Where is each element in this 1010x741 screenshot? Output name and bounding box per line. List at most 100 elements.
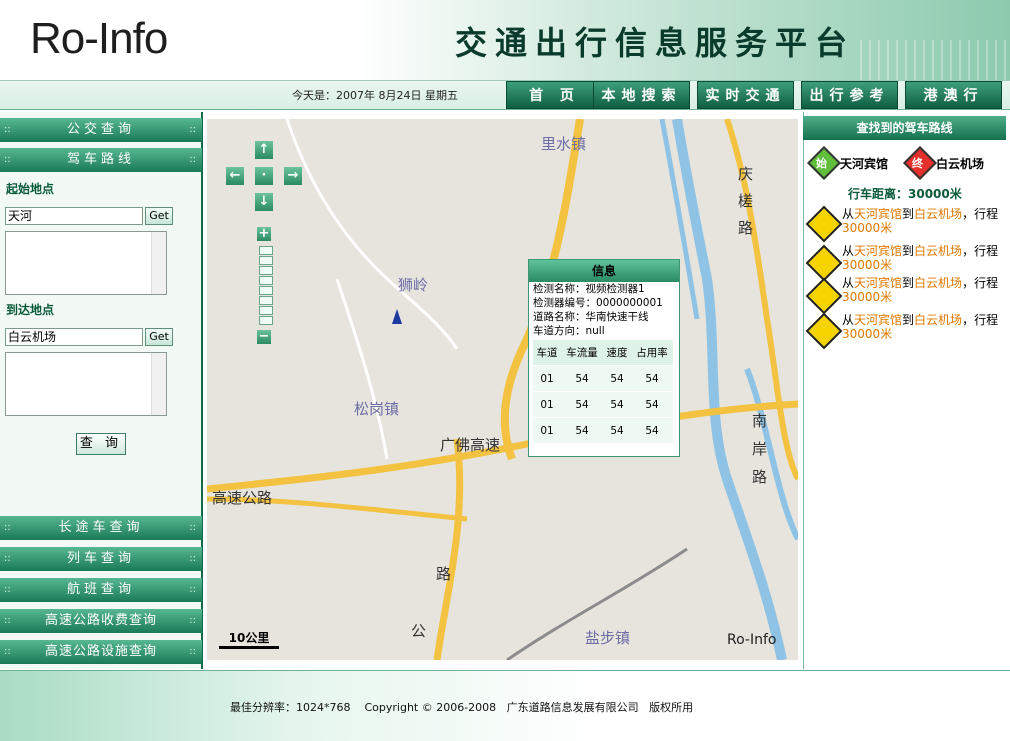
start-results-box[interactable] <box>5 231 167 295</box>
menu-flight-query[interactable]: :: 航班查询:: <box>0 578 202 602</box>
dots-icon: :: <box>189 584 196 595</box>
route-mid: ，行程 <box>962 313 999 327</box>
route-step[interactable]: 从天河宾馆到白云机场，行程 30000米 <box>842 313 1002 341</box>
site-title: 交通出行信息服务平台 <box>455 24 856 62</box>
end-get-button[interactable]: Get <box>145 328 173 346</box>
table-cell: 54 <box>561 391 603 418</box>
table-cell: 54 <box>561 365 603 392</box>
zoom-out-icon[interactable]: − <box>257 330 271 344</box>
route-distance: 行车距离：30000米 <box>848 187 962 201</box>
menu-label: 驾车路线 <box>66 152 135 167</box>
map-label: 南 <box>752 412 768 430</box>
menu-label: 长途车查询 <box>58 520 144 535</box>
pan-center-icon[interactable]: · <box>255 167 273 185</box>
pan-left-icon[interactable]: ← <box>226 167 244 185</box>
route-results-header: 查找到的驾车路线 <box>803 116 1006 140</box>
map-label: 广佛高速 <box>440 436 501 454</box>
zoom-step[interactable] <box>259 246 273 255</box>
query-button[interactable]: 查 询 <box>76 433 126 455</box>
start-label: 起始地点 <box>6 182 55 196</box>
menu-label: 公交查询 <box>66 122 135 137</box>
route-destination[interactable]: 白云机场 <box>914 313 962 327</box>
zoom-in-icon[interactable]: + <box>257 227 271 241</box>
zoom-step[interactable] <box>259 286 273 295</box>
dots-icon: :: <box>4 615 11 626</box>
start-input[interactable]: 天河 <box>5 207 143 225</box>
start-place[interactable]: 天河宾馆 <box>840 155 888 172</box>
menu-toll-query[interactable]: :: 高速公路收费查询:: <box>0 609 202 633</box>
menu-coach-query[interactable]: :: 长途车查询:: <box>0 516 202 540</box>
traffic-table: 车道 车流量 速度 占用率 01 54 54 54 01 54 54 54 01… <box>533 340 673 443</box>
end-input[interactable]: 白云机场 <box>5 328 143 346</box>
pan-down-icon[interactable]: ↓ <box>255 193 273 211</box>
tab-travel-reference[interactable]: 出行参考 <box>801 81 898 109</box>
menu-driving-route[interactable]: :: 驾车路线:: <box>0 148 202 172</box>
menu-facility-query[interactable]: :: 高速公路设施查询:: <box>0 640 202 664</box>
dots-icon: :: <box>4 522 11 533</box>
route-mid: ，行程 <box>962 207 999 221</box>
tab-local-search[interactable]: 本地搜索 <box>593 81 690 109</box>
column-header: 车流量 <box>561 340 603 366</box>
route-step[interactable]: 从天河宾馆到白云机场，行程 30000米 <box>842 276 1002 304</box>
table-row: 01 54 54 54 <box>533 391 673 418</box>
tab-realtime-traffic[interactable]: 实时交通 <box>697 81 794 109</box>
menu-bus-query[interactable]: :: 公交查询:: <box>0 118 202 142</box>
end-place[interactable]: 白云机场 <box>936 155 984 172</box>
table-cell: 54 <box>631 365 673 392</box>
copyright-text: 最佳分辨率：1024*768 Copyright © 2006-2008 广东道… <box>230 701 694 714</box>
zoom-step[interactable] <box>259 266 273 275</box>
route-mid: ，行程 <box>962 244 999 258</box>
map-scale-bar: 10公里 <box>219 629 279 649</box>
map-logo: Ro-Info <box>727 632 777 648</box>
current-date: 今天是：2007年 8月24日 星期五 <box>292 89 458 102</box>
route-destination[interactable]: 白云机场 <box>914 276 962 290</box>
info-line: 检测名称：视频检测器1 <box>533 283 645 295</box>
pan-up-icon[interactable]: ↑ <box>255 141 273 159</box>
info-line: 车道方向：null <box>533 325 605 337</box>
route-distance-value: 30000米 <box>842 290 893 304</box>
skyline-decoration <box>860 40 1010 80</box>
dots-icon: :: <box>189 124 196 135</box>
table-row: 01 54 54 54 <box>533 417 673 443</box>
route-origin[interactable]: 天河宾馆 <box>854 244 902 258</box>
menu-label: 高速公路收费查询 <box>44 613 157 628</box>
table-cell: 54 <box>603 365 631 392</box>
map-view[interactable] <box>207 119 798 660</box>
scrollbar[interactable] <box>151 353 166 415</box>
route-from: 从 <box>842 313 855 327</box>
column-header: 占用率 <box>631 340 673 366</box>
dots-icon: :: <box>4 553 11 564</box>
map-graphics <box>207 119 798 660</box>
table-cell: 54 <box>603 417 631 443</box>
route-destination[interactable]: 白云机场 <box>914 207 962 221</box>
route-origin[interactable]: 天河宾馆 <box>854 276 902 290</box>
route-to: 到 <box>902 313 915 327</box>
site-logo[interactable]: Ro-Info <box>30 14 168 64</box>
pan-right-icon[interactable]: → <box>284 167 302 185</box>
table-cell: 54 <box>603 391 631 418</box>
route-step[interactable]: 从天河宾馆到白云机场，行程 30000米 <box>842 244 1002 272</box>
zoom-step[interactable] <box>259 306 273 315</box>
end-badge: 终 <box>912 157 923 170</box>
route-destination[interactable]: 白云机场 <box>914 244 962 258</box>
menu-label: 高速公路设施查询 <box>44 644 157 659</box>
route-to: 到 <box>902 244 915 258</box>
start-get-button[interactable]: Get <box>145 207 173 225</box>
end-results-box[interactable] <box>5 352 167 416</box>
zoom-step[interactable] <box>259 276 273 285</box>
zoom-step[interactable] <box>259 256 273 265</box>
table-cell: 01 <box>533 417 561 443</box>
map-label: 盐步镇 <box>585 629 631 647</box>
menu-label: 列车查询 <box>66 551 135 566</box>
route-step[interactable]: 从天河宾馆到白云机场，行程 30000米 <box>842 207 1002 235</box>
info-line: 道路名称：华南快速干线 <box>533 311 649 323</box>
route-origin[interactable]: 天河宾馆 <box>854 313 902 327</box>
menu-train-query[interactable]: :: 列车查询:: <box>0 547 202 571</box>
zoom-step[interactable] <box>259 296 273 305</box>
scrollbar[interactable] <box>151 232 166 294</box>
route-origin[interactable]: 天河宾馆 <box>854 207 902 221</box>
detector-info-popup: 信息 检测名称：视频检测器1 检测器编号：0000000001 道路名称：华南快… <box>528 259 680 457</box>
zoom-step[interactable] <box>259 316 273 325</box>
tab-home[interactable]: 首 页 <box>506 81 603 109</box>
tab-hk-macau[interactable]: 港澳行 <box>905 81 1002 109</box>
